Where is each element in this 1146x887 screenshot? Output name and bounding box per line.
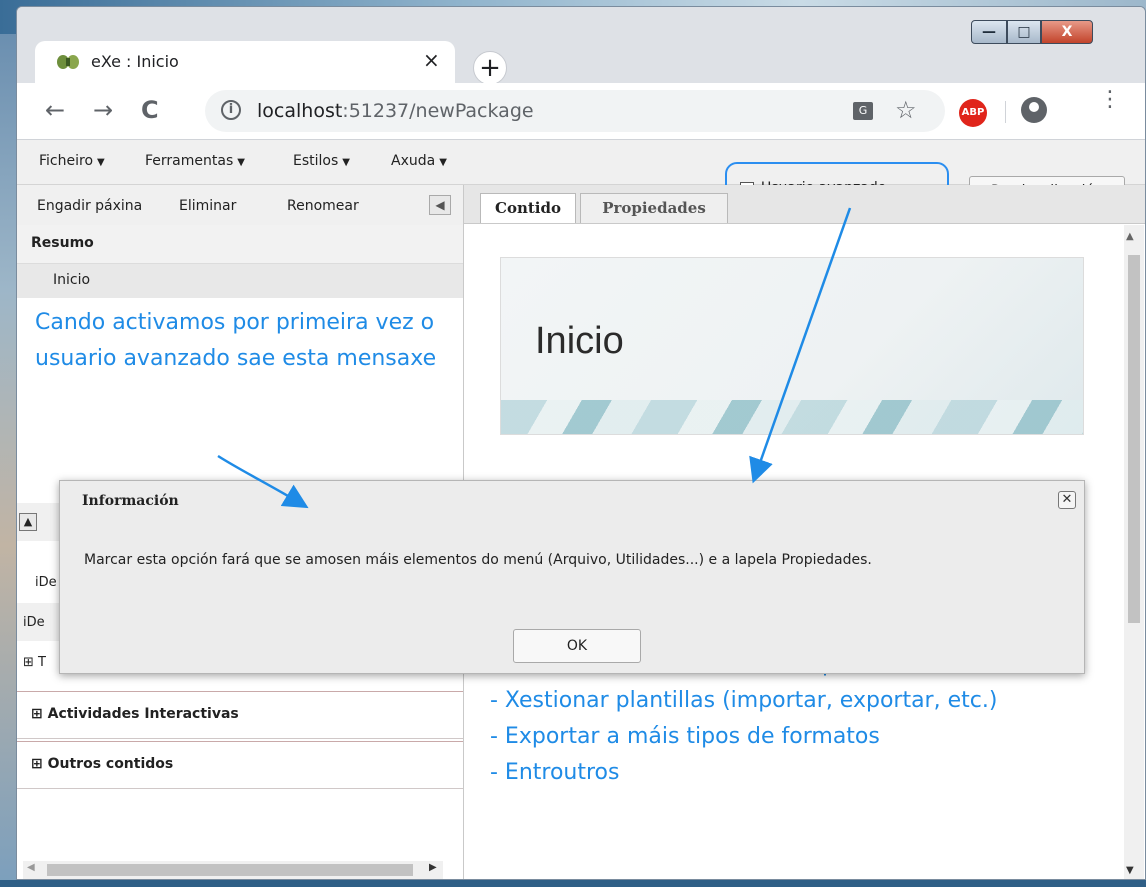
arrow-to-checkbox [749,207,852,484]
arrow-to-dialog [217,454,309,509]
annotation-arrows [217,207,852,509]
